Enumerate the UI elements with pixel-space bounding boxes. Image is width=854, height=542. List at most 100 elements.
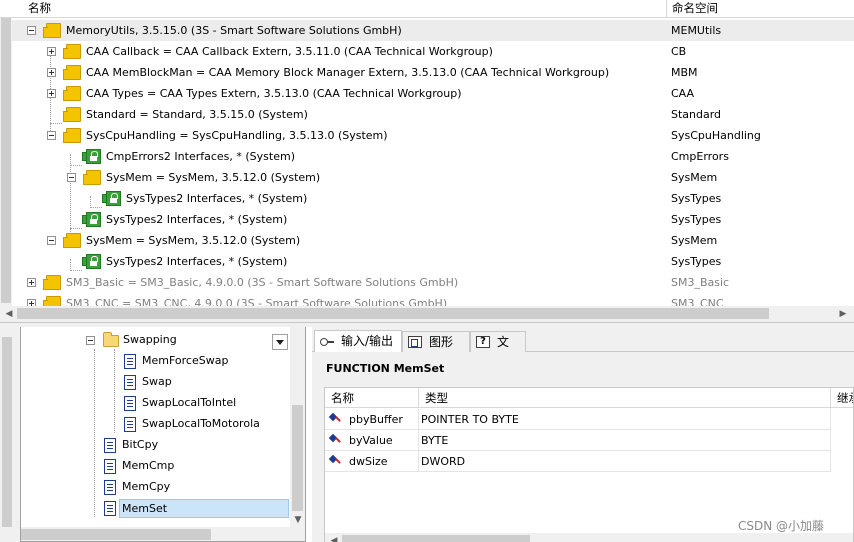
tree-item-swapping[interactable]: Swapping: [21, 330, 291, 351]
tree-item-memcpy[interactable]: MemCpy: [21, 477, 291, 498]
tree-item-label: SwapLocalToIntel: [142, 396, 237, 409]
scrollbar-thumb[interactable]: [17, 308, 769, 319]
function-tree-vertical-scrollbar[interactable]: ▼: [290, 327, 305, 527]
tree-row-namespace: SysTypes: [671, 255, 722, 268]
dropdown-button[interactable]: [272, 334, 288, 350]
folder-icon: [103, 332, 119, 347]
collapse-icon[interactable]: [47, 236, 56, 245]
function-icon: [124, 375, 136, 390]
key-icon: [320, 335, 334, 347]
scroll-right-arrow-icon[interactable]: ▶: [836, 307, 850, 321]
tab-documentation[interactable]: ? 文档: [470, 331, 526, 369]
var-name: byValue: [349, 434, 393, 447]
scrollbar-thumb[interactable]: [292, 405, 303, 511]
tree-row-label: CAA MemBlockMan = CAA Memory Block Manag…: [86, 66, 610, 79]
tree-row-label: SM3_Basic = SM3_Basic, 4.9.0.0 (3S - Sma…: [66, 276, 459, 289]
expand-icon[interactable]: [47, 68, 56, 77]
tree-row-namespace: SysMem: [671, 234, 718, 247]
tree-row-caa-callback[interactable]: CAA Callback = CAA Callback Extern, 3.5.…: [0, 41, 854, 62]
tree-item-memcmp[interactable]: MemCmp: [21, 456, 291, 477]
tree-item-label: Swapping: [123, 333, 177, 346]
top-tree-horizontal-scrollbar[interactable]: ◀ ▶: [0, 306, 854, 322]
tree-row-systypes2-2[interactable]: SysTypes2 Interfaces, * (System) SysType…: [0, 251, 854, 272]
scroll-left-arrow-icon[interactable]: ◀: [327, 534, 341, 542]
tab-inputs-outputs[interactable]: 输入/输出: [314, 330, 402, 353]
tree-row-cmperrors2[interactable]: CmpErrors2 Interfaces, * (System) CmpErr…: [0, 146, 854, 167]
collapse-icon[interactable]: [27, 26, 36, 35]
column-header-namespace[interactable]: 命名空间: [666, 0, 718, 18]
tree-row-sm3-basic[interactable]: SM3_Basic = SM3_Basic, 4.9.0.0 (3S - Sma…: [0, 272, 854, 293]
table-row[interactable]: pbyBuffer POINTER TO BYTE: [325, 409, 853, 430]
var-name-cell: pbyBuffer: [325, 409, 419, 430]
tree-row-sysmem[interactable]: SysMem = SysMem, 3.5.12.0 (System) SysMe…: [0, 167, 854, 188]
tree-item-memset[interactable]: MemSet: [21, 498, 291, 519]
expand-icon[interactable]: [47, 89, 56, 98]
tree-row-label: CAA Types = CAA Types Extern, 3.5.13.0 (…: [86, 87, 462, 100]
variable-icon: [330, 413, 342, 425]
function-tree-horizontal-scrollbar[interactable]: [21, 527, 305, 541]
expand-icon[interactable]: [47, 47, 56, 56]
collapse-icon[interactable]: [86, 336, 95, 345]
expand-icon[interactable]: [27, 278, 36, 287]
lock-icon: [106, 191, 121, 206]
tree-item-label: MemCmp: [122, 459, 175, 472]
tree-item-bitcpy[interactable]: BitCpy: [21, 435, 291, 456]
tree-row-caa-memblockman[interactable]: CAA MemBlockMan = CAA Memory Block Manag…: [0, 62, 854, 83]
tree-row-label: SysTypes2 Interfaces, * (System): [126, 192, 308, 205]
tree-row-label: SysMem = SysMem, 3.5.12.0 (System): [86, 234, 301, 247]
function-icon: [104, 480, 116, 495]
variable-icon: [330, 434, 342, 446]
library-icon: [83, 170, 101, 185]
tree-item-label: SwapLocalToMotorola: [142, 417, 260, 430]
scroll-down-arrow-icon[interactable]: ▼: [291, 513, 305, 527]
tree-row-syscpuhandling[interactable]: SysCpuHandling = SysCpuHandling, 3.5.13.…: [0, 125, 854, 146]
tree-item-swaplocaltointel[interactable]: SwapLocalToIntel: [21, 393, 291, 414]
left-edge-scroll-area: [0, 327, 20, 542]
tree-row-caa-types[interactable]: CAA Types = CAA Types Extern, 3.5.13.0 (…: [0, 83, 854, 104]
function-icon: [124, 396, 136, 411]
column-header-inherit[interactable]: 继承: [831, 388, 853, 408]
details-panel: 输入/输出 图形的 ? 文档 FUNCTION MemSet 名称 类型 继承 …: [312, 327, 854, 542]
collapse-icon[interactable]: [47, 131, 56, 140]
table-row[interactable]: dwSize DWORD: [325, 451, 853, 472]
tree-item-memforceswap[interactable]: MemForceSwap: [21, 351, 291, 372]
scrollbar-thumb[interactable]: [21, 529, 211, 540]
tree-row-systypes2[interactable]: SysTypes2 Interfaces, * (System) SysType…: [0, 209, 854, 230]
tab-label: 输入/输出: [341, 334, 394, 348]
inputs-outputs-panel: FUNCTION MemSet 名称 类型 继承 pbyBuffer POINT…: [312, 352, 854, 542]
tree-item-swaplocaltomotorola[interactable]: SwapLocalToMotorola: [21, 414, 291, 435]
function-icon: [104, 501, 116, 516]
scrollbar-thumb[interactable]: [2, 337, 12, 527]
tree-row-memoryutils[interactable]: MemoryUtils, 3.5.15.0 (3S - Smart Softwa…: [0, 20, 854, 41]
column-header-name[interactable]: 名称: [325, 388, 419, 408]
tree-row-systypes2-nested[interactable]: SysTypes2 Interfaces, * (System) SysType…: [0, 188, 854, 209]
tree-item-swap[interactable]: Swap: [21, 372, 291, 393]
tree-row-label: SysTypes2 Interfaces, * (System): [106, 213, 288, 226]
column-header-type[interactable]: 类型: [419, 388, 831, 408]
tree-row-label: SysMem = SysMem, 3.5.12.0 (System): [106, 171, 321, 184]
library-icon: [63, 86, 81, 101]
tree-row-namespace: Standard: [671, 108, 722, 121]
scrollbar-thumb[interactable]: [1, 18, 11, 303]
tree-row-sysmem-2[interactable]: SysMem = SysMem, 3.5.12.0 (System) SysMe…: [0, 230, 854, 251]
graphic-icon: [408, 336, 422, 348]
library-icon: [63, 65, 81, 80]
variables-horizontal-scrollbar[interactable]: ◀: [325, 533, 853, 542]
scrollbar-thumb[interactable]: [342, 535, 530, 542]
tree-row-label: CAA Callback = CAA Callback Extern, 3.5.…: [86, 45, 493, 58]
var-type: BYTE: [419, 430, 831, 451]
scroll-left-arrow-icon[interactable]: ◀: [2, 307, 16, 321]
tab-graphical[interactable]: 图形的: [402, 331, 470, 369]
details-tabs: 输入/输出 图形的 ? 文档: [312, 330, 854, 369]
collapse-icon[interactable]: [67, 173, 76, 182]
tree-row-namespace: CmpErrors: [671, 150, 729, 163]
tree-row-standard[interactable]: Standard = Standard, 3.5.15.0 (System) S…: [0, 104, 854, 125]
variable-icon: [330, 455, 342, 467]
var-name-cell: byValue: [325, 430, 419, 451]
tree-row-label: MemoryUtils, 3.5.15.0 (3S - Smart Softwa…: [66, 24, 402, 37]
var-name: dwSize: [349, 455, 388, 468]
top-tree-vertical-scrollbar[interactable]: [0, 18, 12, 308]
tree-row-label: SysCpuHandling = SysCpuHandling, 3.5.13.…: [86, 129, 388, 142]
table-row[interactable]: byValue BYTE: [325, 430, 853, 451]
column-header-name[interactable]: 名称: [0, 0, 51, 18]
